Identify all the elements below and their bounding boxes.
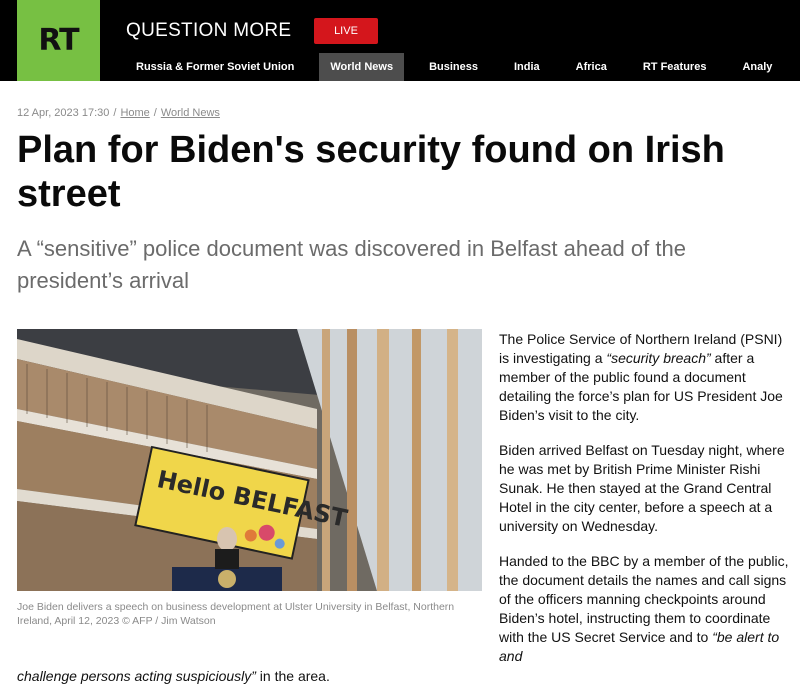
quote-security-breach: “security breach” [606, 350, 711, 366]
nav-item-analysis[interactable]: Analy [724, 53, 790, 81]
tagline: QUESTION MORE [126, 20, 292, 41]
paragraph-3: Handed to the BBC by a member of the pub… [499, 553, 789, 664]
paragraph-3-continued: challenge persons acting suspiciously” i… [17, 668, 330, 684]
photo-caption: Joe Biden delivers a speech on business … [17, 601, 455, 627]
top-bar: RT QUESTION MORE LIVE Russia & Former So… [0, 0, 800, 81]
logo-text: RT [38, 23, 79, 58]
nav-item-rt-features[interactable]: RT Features [625, 53, 725, 81]
live-button[interactable]: LIVE [314, 18, 378, 44]
photo-illustration: Hello BELFAST [17, 329, 482, 591]
quote-challenge-persons: challenge persons acting suspiciously” [17, 668, 256, 684]
nav-item-world-news[interactable]: World News [319, 53, 405, 81]
nav-item-business[interactable]: Business [411, 53, 496, 81]
nav-item-africa[interactable]: Africa [558, 53, 625, 81]
article-meta: 12 Apr, 2023 17:30/Home / World News [17, 107, 220, 119]
rt-logo[interactable]: RT [17, 0, 100, 81]
article-body: The Police Service of Northern Ireland (… [499, 330, 794, 682]
nav-item-russia[interactable]: Russia & Former Soviet Union [118, 53, 312, 81]
breadcrumb-home[interactable]: Home [120, 107, 149, 119]
paragraph-2: Biden arrived Belfast on Tuesday night, … [499, 442, 785, 534]
paragraph-1: The Police Service of Northern Ireland (… [499, 331, 783, 423]
article-title: Plan for Biden's security found on Irish… [17, 129, 725, 215]
main-nav: Russia & Former Soviet Union World News … [118, 53, 790, 81]
publish-date: 12 Apr, 2023 17:30 [17, 107, 110, 119]
article-photo[interactable]: Hello BELFAST [17, 329, 482, 591]
article-subtitle: A “sensitive” police document was discov… [17, 236, 686, 293]
nav-item-india[interactable]: India [496, 53, 558, 81]
breadcrumb-world-news[interactable]: World News [161, 107, 220, 119]
